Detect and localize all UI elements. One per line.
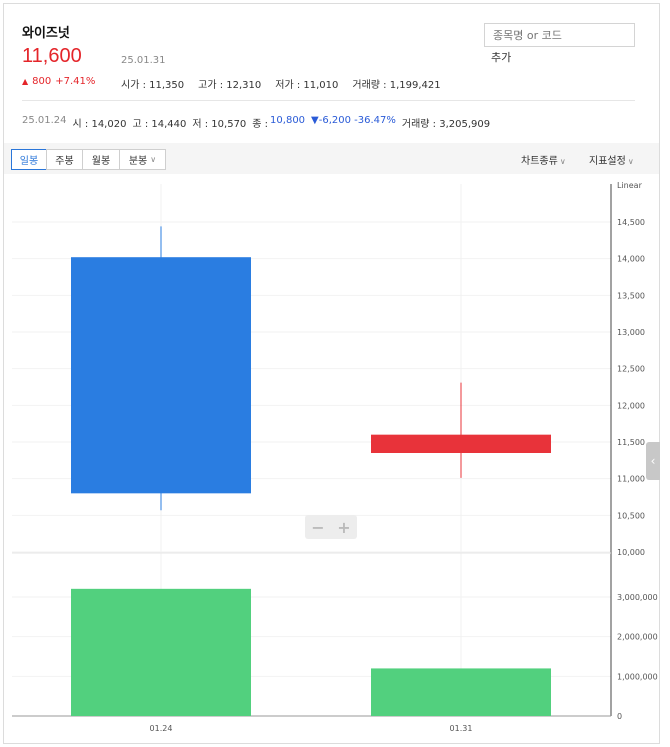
panel-toggle-handle[interactable]: ‹ [646,442,660,480]
x-tick-label: 01.24 [150,724,173,733]
price-tick-label: 12,500 [617,365,645,374]
zoom-out-button[interactable]: − [305,515,331,539]
price-tick-label: 13,500 [617,291,645,300]
price-tick-label: 12,000 [617,401,645,410]
price-tick-label: 11,500 [617,438,645,447]
zoom-controls: − + [305,515,357,539]
volume-bar [371,668,551,716]
chevron-left-icon: ‹ [650,454,656,468]
price-tick-label: 11,000 [617,475,645,484]
price-tick-label: 10,000 [617,548,645,557]
candle-body [71,257,251,494]
x-tick-label: 01.31 [450,724,473,733]
price-chart[interactable]: 10,000 10,500 11,000 11,500 12,000 12,500 13,0… [0,0,670,747]
candle-body [371,434,551,453]
volume-tick-label: 0 [617,712,622,721]
volume-tick-label: 1,000,000 [617,672,658,681]
scale-label: Linear [617,181,643,190]
price-tick-label: 14,500 [617,218,645,227]
volume-tick-label: 2,000,000 [617,633,658,642]
price-tick-label: 13,000 [617,328,645,337]
volume-tick-label: 3,000,000 [617,593,658,602]
price-tick-label: 14,000 [617,255,645,264]
zoom-in-button[interactable]: + [331,515,357,539]
price-tick-label: 10,500 [617,511,645,520]
volume-bar [71,588,251,716]
